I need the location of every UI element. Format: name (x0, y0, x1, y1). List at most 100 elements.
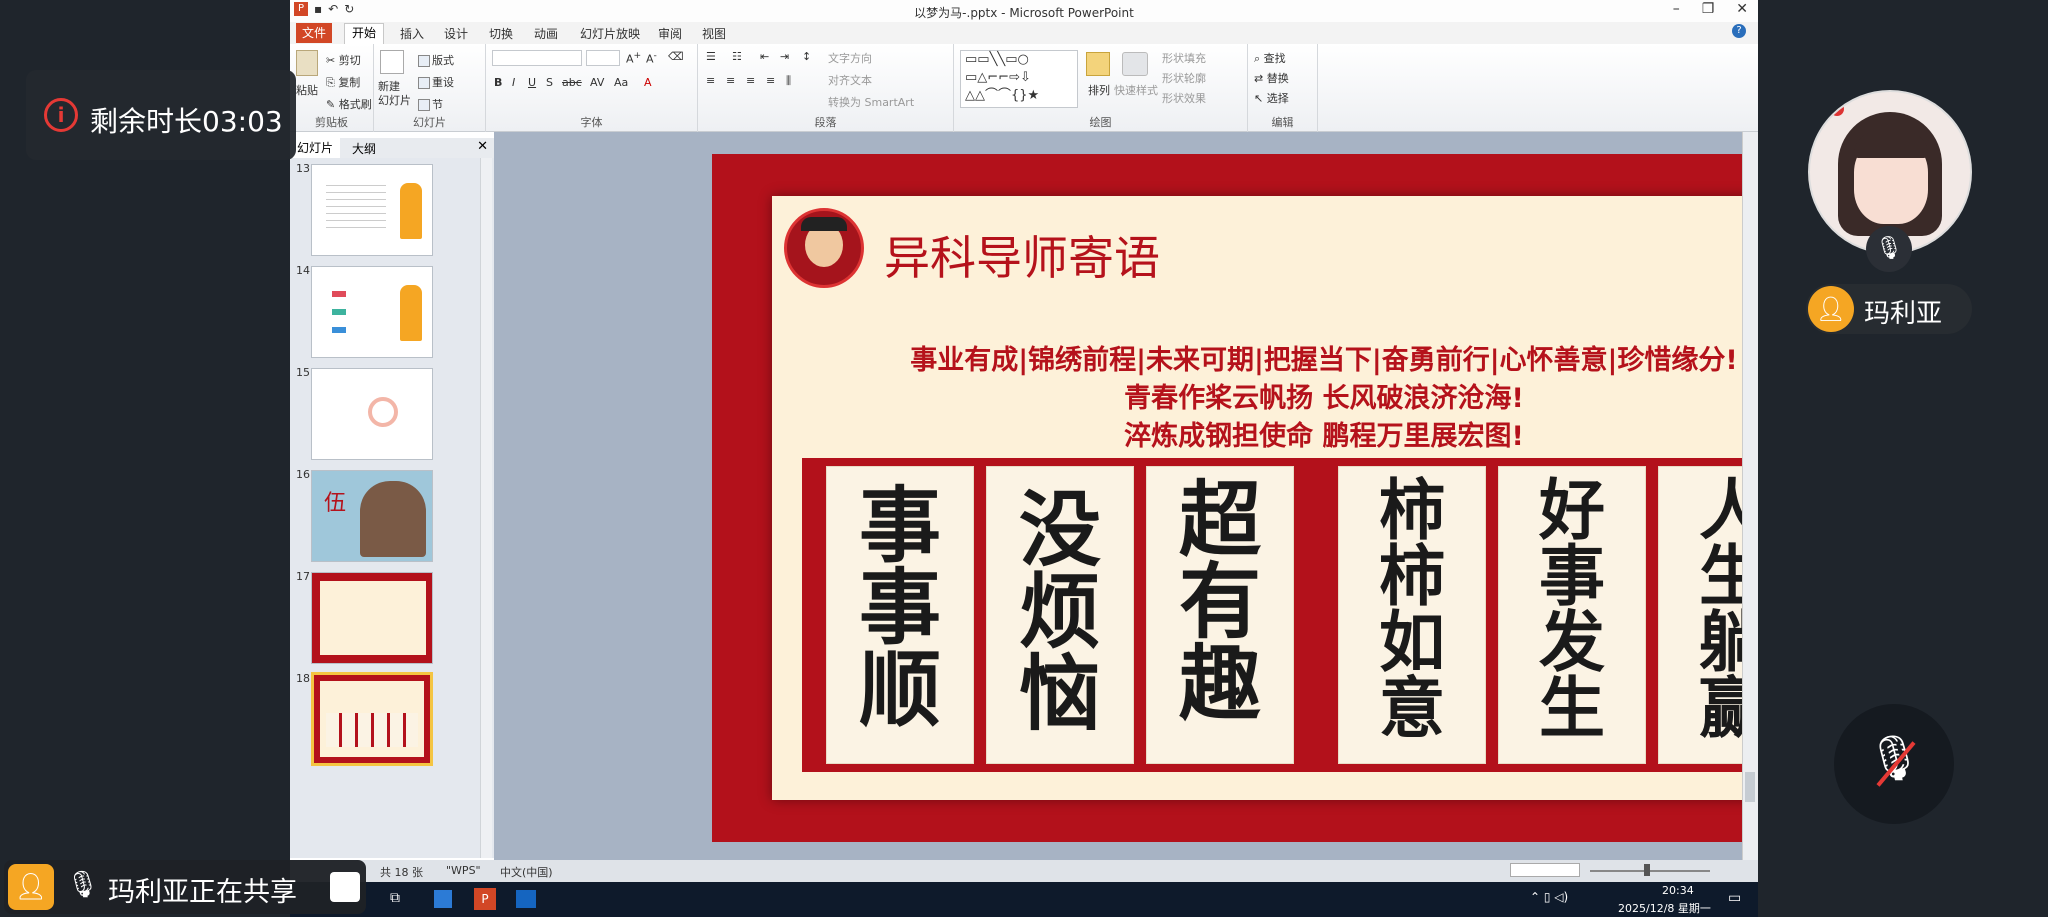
user-icon: 👤︎ (8, 864, 54, 910)
align-center-icon[interactable]: ≡ (726, 74, 735, 87)
shape-outline-button[interactable]: 形状轮廓 (1162, 70, 1206, 86)
slide-thumbnail-14[interactable] (311, 266, 433, 358)
copy-button[interactable]: ⎘ 复制 (326, 74, 360, 90)
powerpoint-taskbar-icon[interactable]: P (474, 888, 496, 910)
slide-thumbnail-panel: 13 14 15 16 伍 17 18 (290, 158, 494, 858)
shapes-gallery[interactable]: ▭▭╲╲▭○ ▭△⌐⌐⇨⇩ △△⌒⌒{}★ (960, 50, 1078, 108)
select-button[interactable]: ↖ 选择 (1254, 90, 1289, 106)
decrease-indent-icon[interactable]: ⇤ (760, 50, 769, 63)
italic-button[interactable]: I (512, 76, 515, 89)
strikethrough-button[interactable]: abc (562, 76, 582, 89)
layout-label: 版式 (432, 54, 454, 67)
mute-toggle-button[interactable]: 🎙︎ (1834, 704, 1954, 824)
time-remaining: 剩余时长03:03 (90, 105, 283, 138)
artwork-1: 事 事 顺 (826, 466, 974, 764)
text-direction-button[interactable]: 文字方向 (828, 50, 872, 66)
tab-view[interactable]: 视图 (702, 25, 726, 42)
tab-design[interactable]: 设计 (444, 25, 468, 42)
arrange-button[interactable]: 排列 (1088, 82, 1110, 98)
underline-button[interactable]: U (528, 76, 536, 89)
format-painter-button[interactable]: ✎ 格式刷 (326, 96, 372, 112)
font-size-select[interactable] (586, 50, 620, 66)
slide-thumbnail-13[interactable] (311, 164, 433, 256)
close-button[interactable]: ✕ (1736, 1, 1748, 17)
slide-thumbnail-17[interactable] (311, 572, 433, 664)
sharing-banner: 👤︎ 🎙︎ 玛利亚正在共享 (4, 860, 366, 914)
close-panel-icon[interactable]: ✕ (477, 139, 488, 154)
group-drawing: ▭▭╲╲▭○ ▭△⌐⌐⇨⇩ △△⌒⌒{}★ 排列 快速样式 形状填充 形状轮廓 … (954, 44, 1248, 132)
minimize-button[interactable]: – (1673, 1, 1680, 17)
thumb-number: 13 (296, 162, 310, 175)
thumb-number: 15 (296, 366, 310, 379)
find-icon: ⌕ (1254, 52, 1261, 65)
quick-styles-button[interactable]: 快速样式 (1114, 82, 1158, 98)
layout-button[interactable]: 版式 (418, 52, 454, 68)
bullets-icon[interactable]: ☰ (706, 50, 716, 63)
paste-button[interactable]: 粘贴 (296, 82, 318, 98)
zoom-slider-thumb[interactable] (1644, 864, 1650, 876)
panel-scrollbar[interactable] (480, 158, 492, 858)
font-name-select[interactable] (492, 50, 582, 66)
tab-review[interactable]: 审阅 (658, 25, 682, 42)
cut-label: 剪切 (338, 54, 361, 67)
shrink-font-button[interactable]: A- (646, 50, 657, 66)
shadow-button[interactable]: S (546, 76, 553, 89)
new-slide-button[interactable]: 新建 幻灯片 (378, 80, 411, 108)
notification-icon[interactable]: ▭ (1728, 890, 1741, 906)
tray-icons[interactable]: ⌃ ▯ ◁) (1530, 890, 1568, 904)
section-button[interactable]: 节 (418, 96, 443, 112)
new-slide-icon[interactable] (380, 50, 404, 74)
tab-transitions[interactable]: 切换 (489, 25, 513, 42)
arrange-icon[interactable] (1086, 52, 1110, 76)
smartart-button[interactable]: 转换为 SmartArt (828, 94, 914, 110)
artwork-text: 事 (1539, 537, 1605, 615)
view-buttons[interactable] (1510, 863, 1580, 877)
slide-thumbnail-18[interactable] (311, 672, 433, 766)
tab-home[interactable]: 开始 (344, 23, 384, 44)
bold-button[interactable]: B (494, 76, 502, 89)
share-options-icon[interactable] (330, 872, 360, 902)
paste-icon[interactable] (296, 50, 318, 76)
numbering-icon[interactable]: ☷ (732, 50, 742, 63)
quick-styles-icon[interactable] (1122, 52, 1148, 76)
replace-button[interactable]: ⇄ 替换 (1254, 70, 1289, 86)
calculator-icon[interactable] (434, 890, 452, 908)
format-painter-label: 格式刷 (338, 98, 372, 111)
tab-outline-panel[interactable]: 大纲 (352, 140, 376, 157)
help-icon[interactable]: ? (1732, 24, 1746, 38)
tab-slideshow[interactable]: 幻灯片放映 (580, 25, 640, 42)
app-taskbar-icon[interactable] (516, 890, 536, 908)
shape-fill-button[interactable]: 形状填充 (1162, 50, 1206, 66)
justify-icon[interactable]: ≡ (766, 74, 775, 87)
font-color-button[interactable]: A (644, 76, 652, 89)
slide-thumbnail-15[interactable] (311, 368, 433, 460)
clear-format-icon[interactable]: ⌫ (668, 50, 684, 63)
align-left-icon[interactable]: ≡ (706, 74, 715, 87)
case-button[interactable]: Aa (614, 76, 628, 89)
shape-effects-button[interactable]: 形状效果 (1162, 90, 1206, 106)
tab-insert[interactable]: 插入 (400, 25, 424, 42)
window-titlebar: P ▪ ↶ ↻ 以梦为马-.pptx - Microsoft PowerPoin… (290, 0, 1758, 22)
windows-taskbar: ⧉ P ⌃ ▯ ◁) 20:34 2025/12/8 星期一 ▭ (290, 882, 1758, 917)
zoom-slider[interactable] (1590, 870, 1710, 872)
find-label: 查找 (1263, 52, 1286, 65)
tab-slides-panel[interactable]: 幻灯片 (290, 138, 340, 158)
find-button[interactable]: ⌕ 查找 (1254, 50, 1286, 66)
editor-scrollbar[interactable] (1742, 132, 1758, 860)
tab-animations[interactable]: 动画 (534, 25, 558, 42)
columns-icon[interactable]: ⫼ (786, 74, 791, 88)
window-title: 以梦为马-.pptx - Microsoft PowerPoint (914, 6, 1134, 20)
restore-button[interactable]: ❐ (1702, 1, 1715, 17)
align-text-button[interactable]: 对齐文本 (828, 72, 872, 88)
increase-indent-icon[interactable]: ⇥ (780, 50, 789, 63)
grow-font-button[interactable]: A+ (626, 50, 641, 66)
align-right-icon[interactable]: ≡ (746, 74, 755, 87)
tab-file[interactable]: 文件 (296, 23, 332, 43)
line-spacing-icon[interactable]: ↕ (802, 50, 811, 63)
spacing-button[interactable]: AV (590, 76, 604, 89)
slogan-line-3: 淬炼成钢担使命 鹏程万里展宏图! (1124, 421, 1524, 452)
task-view-icon[interactable]: ⧉ (390, 890, 400, 906)
cut-button[interactable]: ✂ 剪切 (326, 52, 361, 68)
reset-button[interactable]: 重设 (418, 74, 454, 90)
slide-thumbnail-16[interactable]: 伍 (311, 470, 433, 562)
